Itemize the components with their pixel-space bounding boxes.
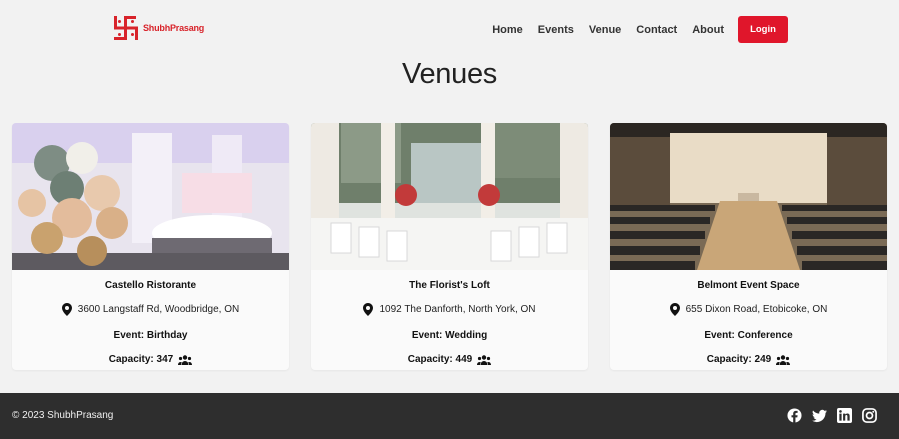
venue-address: 3600 Langstaff Rd, Woodbridge, ON [12,303,289,316]
venue-capacity-text: Capacity: 347 [108,354,174,365]
nav-events[interactable]: Events [538,17,574,43]
venue-card[interactable]: Castello Ristorante 3600 Langstaff Rd, W… [12,123,289,370]
venue-capacity: Capacity: 249 [610,354,887,365]
location-pin-icon [363,303,374,316]
people-group-icon [477,354,492,365]
venue-address-text: 3600 Langstaff Rd, Woodbridge, ON [77,304,240,315]
venue-event: Event: Conference [704,330,793,341]
venue-event: Event: Birthday [113,330,188,341]
venue-address: 655 Dixon Road, Etobicoke, ON [610,303,887,316]
people-group-icon [178,354,193,365]
swastik-logo-icon [114,16,138,40]
linkedin-icon[interactable] [837,408,852,423]
site-header: ShubhPrasang Home Events Venue Contact A… [0,0,899,58]
nav-venue[interactable]: Venue [589,17,621,43]
location-pin-icon [669,303,680,316]
venue-capacity-text: Capacity: 449 [407,354,473,365]
login-button[interactable]: Login [738,16,788,43]
instagram-icon[interactable] [862,408,877,423]
people-group-icon [776,354,791,365]
venue-image-birthday [12,123,289,270]
venue-card[interactable]: Belmont Event Space 655 Dixon Road, Etob… [610,123,887,370]
site-footer: © 2023 ShubhPrasang [0,393,899,439]
nav-home[interactable]: Home [492,17,523,43]
nav-contact[interactable]: Contact [636,17,677,43]
venue-image-conference [610,123,887,270]
venue-card[interactable]: The Florist's Loft 1092 The Danforth, No… [311,123,588,370]
venue-name: Belmont Event Space [697,280,800,291]
main-nav: Home Events Venue Contact About Login [492,16,788,43]
venue-address: 1092 The Danforth, North York, ON [311,303,588,316]
venue-name: Castello Ristorante [104,280,197,291]
twitter-icon[interactable] [812,408,827,423]
venue-name: The Florist's Loft [409,280,490,291]
venue-capacity-text: Capacity: 249 [706,354,772,365]
venue-address-text: 655 Dixon Road, Etobicoke, ON [685,304,828,315]
brand-name: ShubhPrasang [143,23,205,33]
facebook-icon[interactable] [787,408,802,423]
location-pin-icon [61,303,72,316]
venue-capacity: Capacity: 449 [311,354,588,365]
nav-about[interactable]: About [692,17,724,43]
venue-capacity: Capacity: 347 [12,354,289,365]
brand-logo[interactable]: ShubhPrasang [113,15,204,41]
venue-event: Event: Wedding [411,330,488,341]
venue-image-wedding [311,123,588,270]
page-title: Venues [402,58,497,90]
venue-address-text: 1092 The Danforth, North York, ON [379,304,536,315]
social-links [787,408,877,423]
copyright-text: © 2023 ShubhPrasang [12,410,114,421]
